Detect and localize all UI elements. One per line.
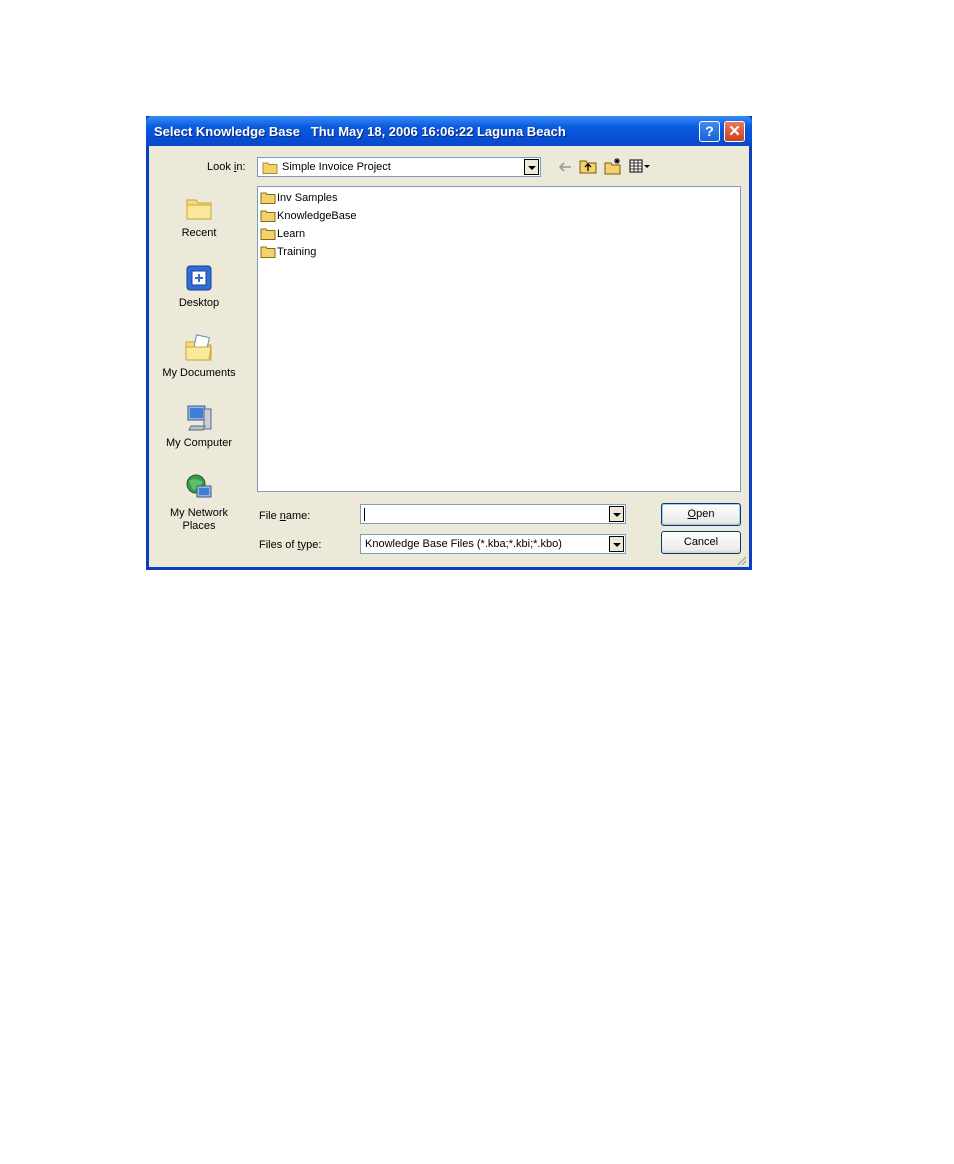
back-arrow-icon[interactable] xyxy=(557,159,573,175)
folder-icon xyxy=(260,246,276,258)
file-type-dropdown-arrow[interactable] xyxy=(609,536,624,552)
list-item[interactable]: Training xyxy=(260,244,316,260)
file-name-label: File name: xyxy=(259,510,311,522)
dialog-body: Look in: Simple Invoice Project Recent D… xyxy=(149,146,749,567)
place-my-computer[interactable]: My Computer xyxy=(155,402,243,450)
network-places-icon xyxy=(186,474,212,498)
place-desktop[interactable]: Desktop xyxy=(155,262,243,310)
look-in-label: Look in: xyxy=(207,161,246,173)
my-documents-icon xyxy=(185,334,212,361)
view-menu-icon[interactable] xyxy=(629,159,651,174)
window-title: Select Knowledge Base Thu May 18, 2006 1… xyxy=(154,124,566,139)
places-bar: Recent Desktop My Documents My Computer … xyxy=(155,180,243,553)
title-bar[interactable]: Select Knowledge Base Thu May 18, 2006 1… xyxy=(146,116,752,146)
file-type-combo[interactable]: Knowledge Base Files (*.kba;*.kbi;*.kbo) xyxy=(360,534,626,554)
folder-icon xyxy=(260,228,276,240)
file-name: Inv Samples xyxy=(277,192,338,204)
list-item[interactable]: Inv Samples xyxy=(260,190,338,206)
open-dialog: Select Knowledge Base Thu May 18, 2006 1… xyxy=(146,116,752,570)
place-label: My Network Places xyxy=(169,507,229,532)
look-in-value: Simple Invoice Project xyxy=(282,161,391,173)
folder-icon xyxy=(260,210,276,222)
file-type-value: Knowledge Base Files (*.kba;*.kbi;*.kbo) xyxy=(365,538,562,550)
open-button[interactable]: Open xyxy=(661,503,741,526)
desktop-icon xyxy=(186,265,212,291)
folder-icon xyxy=(262,162,278,174)
place-label: Desktop xyxy=(178,297,220,309)
place-my-documents[interactable]: My Documents xyxy=(155,332,243,380)
list-item[interactable]: KnowledgeBase xyxy=(260,208,357,224)
file-name: Training xyxy=(277,246,317,258)
file-list[interactable]: Inv Samples KnowledgeBase Learn Training xyxy=(257,186,741,492)
file-name: KnowledgeBase xyxy=(277,210,357,222)
my-computer-icon xyxy=(187,405,212,431)
close-button[interactable]: ✕ xyxy=(724,121,745,142)
up-one-level-icon[interactable] xyxy=(579,158,597,175)
resize-grip-icon[interactable] xyxy=(735,554,747,566)
help-button[interactable]: ? xyxy=(699,121,720,142)
text-cursor xyxy=(364,508,365,521)
place-label: My Computer xyxy=(165,437,233,449)
list-item[interactable]: Learn xyxy=(260,226,305,242)
folder-icon xyxy=(260,192,276,204)
recent-folder-icon xyxy=(186,199,212,220)
place-label: Recent xyxy=(181,227,217,239)
cancel-button[interactable]: Cancel xyxy=(661,531,741,554)
place-network[interactable]: My Network Places xyxy=(155,472,243,533)
look-in-dropdown-arrow[interactable] xyxy=(524,159,539,175)
new-folder-icon[interactable] xyxy=(604,157,622,175)
file-name-dropdown-arrow[interactable] xyxy=(609,506,624,522)
look-in-combo[interactable]: Simple Invoice Project xyxy=(257,157,541,177)
file-name-combo[interactable] xyxy=(360,504,626,524)
place-recent[interactable]: Recent xyxy=(155,192,243,240)
file-type-label: Files of type: xyxy=(259,539,322,551)
file-name: Learn xyxy=(277,228,306,240)
place-label: My Documents xyxy=(162,367,236,379)
